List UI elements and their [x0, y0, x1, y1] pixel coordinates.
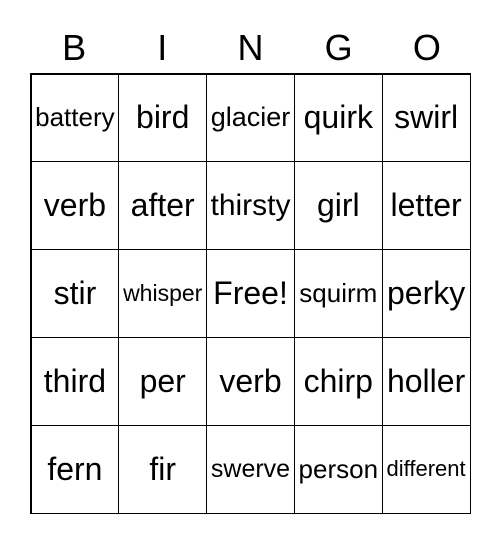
header-letter-g: G [324, 27, 353, 68]
bingo-cell[interactable]: whisper [118, 249, 208, 338]
bingo-cell[interactable]: perky [381, 249, 471, 338]
bingo-cell[interactable]: letter [381, 161, 471, 251]
bingo-cell[interactable]: swirl [381, 73, 471, 163]
bingo-cell[interactable]: swerve [206, 424, 295, 514]
bingo-cell[interactable]: per [118, 336, 208, 426]
bingo-cell[interactable]: stir [30, 249, 120, 338]
bingo-cell[interactable]: battery [30, 73, 120, 163]
bingo-cell[interactable]: chirp [293, 336, 383, 426]
bingo-cell[interactable]: holler [381, 336, 471, 426]
header-letter-o: O [412, 27, 441, 68]
header-letter-n: N [237, 27, 264, 68]
bingo-cell[interactable]: fir [118, 424, 208, 514]
bingo-cell[interactable]: girl [293, 161, 383, 251]
bingo-cell[interactable]: after [118, 161, 208, 251]
header-letter-b: B [62, 27, 87, 68]
header-letter-i: I [157, 27, 168, 68]
bingo-cell[interactable]: verb [30, 161, 120, 251]
bingo-cell[interactable]: person [293, 424, 383, 514]
bingo-cell[interactable]: squirm [293, 249, 383, 338]
bingo-header: B I N G O [30, 26, 471, 70]
free-space-cell[interactable]: Free! [206, 249, 295, 338]
bingo-cell[interactable]: bird [118, 73, 208, 163]
bingo-cell[interactable]: glacier [206, 73, 295, 163]
bingo-grid: battery bird glacier quirk swirl verb after thi… [30, 73, 471, 514]
bingo-cell[interactable]: thirsty [206, 161, 295, 251]
bingo-cell[interactable]: fern [30, 424, 120, 514]
bingo-cell[interactable]: verb [206, 336, 295, 426]
bingo-cell[interactable]: third [30, 336, 120, 426]
bingo-cell[interactable]: different [381, 424, 471, 514]
bingo-cell[interactable]: quirk [293, 73, 383, 163]
